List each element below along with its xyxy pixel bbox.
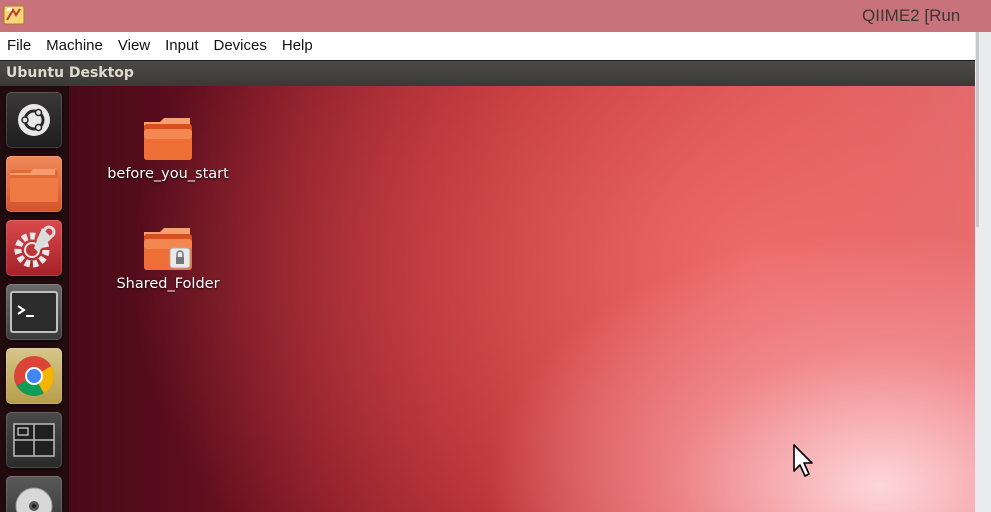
launcher-dash-home[interactable] bbox=[6, 92, 62, 148]
menu-input[interactable]: Input bbox=[158, 32, 206, 60]
launcher-system-settings[interactable] bbox=[6, 220, 62, 276]
launcher-files[interactable] bbox=[6, 156, 62, 212]
desktop-icon-label: before_you_start bbox=[107, 166, 229, 182]
files-icon bbox=[10, 169, 58, 202]
launcher-dvd[interactable] bbox=[6, 476, 62, 512]
terminal-icon bbox=[10, 291, 58, 333]
menu-view[interactable]: View bbox=[111, 32, 158, 60]
top-panel: Ubuntu Desktop bbox=[0, 60, 975, 86]
window-border bbox=[975, 32, 991, 512]
locked-folder-icon bbox=[144, 228, 192, 270]
menu-file[interactable]: File bbox=[0, 32, 39, 60]
chrome-icon bbox=[14, 356, 54, 396]
unity-launcher bbox=[0, 86, 69, 512]
menu-help[interactable]: Help bbox=[275, 32, 321, 60]
launcher-terminal[interactable] bbox=[6, 284, 62, 340]
host-title-bar: QIIME2 [Run bbox=[0, 0, 991, 32]
menu-devices[interactable]: Devices bbox=[207, 32, 275, 60]
dvd-icon bbox=[15, 487, 53, 512]
workspace-switcher-icon bbox=[13, 423, 55, 457]
launcher-workspace-switcher[interactable] bbox=[6, 412, 62, 468]
folder-icon bbox=[144, 118, 192, 160]
desktop-icon-shared-folder[interactable]: Shared_Folder bbox=[112, 226, 224, 292]
launcher-chrome[interactable] bbox=[6, 348, 62, 404]
dash-home-icon bbox=[18, 104, 50, 136]
host-scrollbar[interactable] bbox=[976, 32, 979, 227]
mouse-cursor-icon bbox=[793, 444, 813, 477]
window-title: QIIME2 [Run bbox=[862, 6, 961, 25]
desktop-icon-before-you-start[interactable]: before_you_start bbox=[102, 116, 234, 182]
guest-screen: Ubuntu Desktop before_you_start Shared_F… bbox=[0, 60, 975, 512]
panel-title: Ubuntu Desktop bbox=[6, 65, 134, 81]
menu-machine[interactable]: Machine bbox=[39, 32, 111, 60]
virtualbox-icon bbox=[3, 5, 25, 25]
desktop-icon-label: Shared_Folder bbox=[116, 276, 220, 292]
system-settings-icon bbox=[14, 225, 56, 268]
host-menu-bar: File Machine View Input Devices Help bbox=[0, 32, 975, 60]
